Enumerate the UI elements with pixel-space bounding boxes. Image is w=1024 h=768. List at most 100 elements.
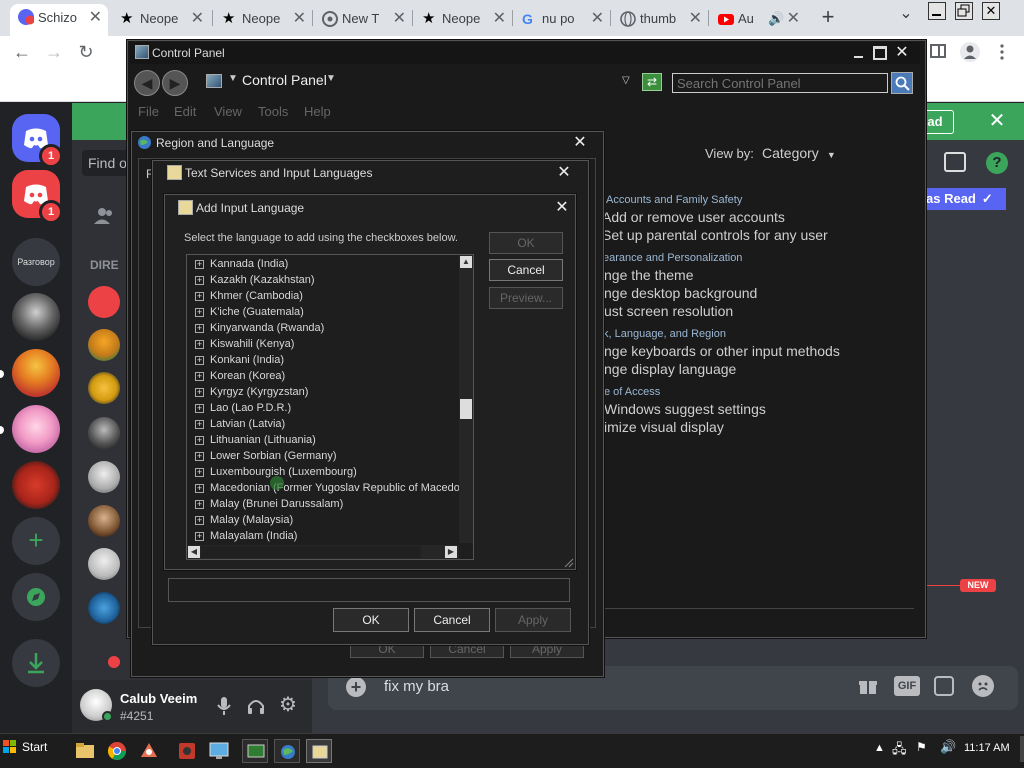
close-banner-icon[interactable]: ✕ [986, 110, 1008, 132]
close-tab-icon[interactable]: ✕ [493, 6, 506, 32]
dm-avatar[interactable] [88, 286, 120, 318]
expand-plus-icon[interactable]: + [195, 420, 204, 429]
category-heading[interactable]: e of Access [604, 386, 660, 398]
attach-plus-icon[interactable]: + [346, 677, 366, 697]
language-tree-item[interactable]: + Khmer (Cambodia) [187, 288, 459, 304]
back-arrow-icon[interactable]: ← [12, 43, 32, 63]
dm-avatar[interactable] [88, 372, 120, 404]
horizontal-scrollbar[interactable]: ◀ ▶ [187, 545, 459, 559]
category-link[interactable]: Add or remove user accounts [602, 209, 785, 225]
new-tab-button[interactable]: + [818, 5, 838, 29]
dm-avatar[interactable] [88, 329, 120, 361]
browser-tab[interactable]: Au 🔊 ✕ [710, 6, 806, 32]
game-icon[interactable] [174, 739, 200, 763]
category-heading[interactable]: Accounts and Family Safety [606, 194, 742, 206]
close-tab-icon[interactable]: ✕ [293, 6, 306, 32]
search-icon[interactable] [891, 72, 913, 94]
language-tree-item[interactable]: + Latvian (Latvia) [187, 416, 459, 432]
expand-plus-icon[interactable]: + [195, 324, 204, 333]
expand-plus-icon[interactable]: + [195, 388, 204, 397]
scroll-left-arrow-icon[interactable]: ◀ [188, 546, 200, 558]
text-services-ok-button[interactable]: OK [333, 608, 409, 632]
network-icon[interactable]: 🖧 [892, 740, 907, 762]
display-icon[interactable] [206, 739, 232, 763]
help-icon[interactable]: ? [986, 152, 1008, 174]
scrollbar-thumb[interactable] [460, 399, 472, 419]
vertical-scrollbar[interactable]: ▲ [459, 255, 473, 543]
expand-plus-icon[interactable]: + [195, 468, 204, 477]
close-tab-icon[interactable]: ✕ [393, 6, 406, 32]
dm-avatar[interactable] [88, 592, 120, 624]
expand-plus-icon[interactable]: + [195, 356, 204, 365]
back-button[interactable]: ◀ [134, 70, 160, 96]
browser-tab[interactable]: ★ Neope ✕ [214, 6, 312, 32]
close-region-dialog-button[interactable]: ✕ [571, 134, 589, 152]
sticker-icon[interactable] [934, 676, 954, 696]
browser-tab[interactable]: G nu po ✕ [514, 6, 610, 32]
expand-plus-icon[interactable]: + [195, 484, 204, 493]
category-link[interactable]: Set up parental controls for any user [602, 227, 828, 243]
menu-help[interactable]: Help [304, 104, 331, 119]
expand-plus-icon[interactable]: + [195, 404, 204, 413]
chrome-icon[interactable] [104, 739, 130, 763]
find-conversation-input[interactable]: Find o [82, 150, 130, 176]
server-avatar[interactable] [12, 461, 60, 509]
dm-avatar[interactable] [88, 417, 120, 449]
category-link[interactable]: imize visual display [604, 419, 724, 435]
forward-button[interactable]: ▶ [162, 70, 188, 96]
folder-icon[interactable] [72, 739, 98, 763]
monitor-app-icon[interactable] [242, 739, 268, 763]
inbox-icon[interactable] [944, 152, 966, 172]
scroll-up-arrow-icon[interactable]: ▲ [460, 256, 472, 268]
close-tab-icon[interactable]: ✕ [591, 6, 604, 32]
close-tab-icon[interactable]: ✕ [191, 6, 204, 32]
browser-tab[interactable]: ★ Neope ✕ [414, 6, 512, 32]
headphones-icon[interactable] [246, 696, 266, 716]
expand-plus-icon[interactable]: + [195, 500, 204, 509]
server-avatar[interactable] [12, 293, 60, 341]
language-tree-item[interactable]: + Luxembourgish (Luxembourg) [187, 464, 459, 480]
language-tree-item[interactable]: + Malayalam (India) [187, 528, 459, 544]
close-tab-icon[interactable]: ✕ [787, 6, 800, 32]
close-text-services-button[interactable]: ✕ [555, 164, 573, 182]
start-button[interactable]: Start [0, 736, 54, 758]
menu-file[interactable]: File [138, 104, 159, 119]
language-tree-item[interactable]: + Lao (Lao P.D.R.) [187, 400, 459, 416]
category-link[interactable]: nge desktop background [604, 285, 757, 301]
search-control-panel-input[interactable] [672, 73, 888, 93]
tab-search-button[interactable]: ⌄ [896, 4, 916, 28]
region-language-taskbar-icon[interactable] [274, 739, 300, 763]
language-tree-item[interactable]: + Kiswahili (Kenya) [187, 336, 459, 352]
expand-plus-icon[interactable]: + [195, 452, 204, 461]
forward-arrow-icon[interactable]: → [44, 43, 64, 63]
language-tree-item[interactable]: + Konkani (India) [187, 352, 459, 368]
clock[interactable]: 11:17 AM [964, 742, 1010, 754]
tray-expand-icon[interactable]: ▲ [874, 742, 885, 754]
add-language-cancel-button[interactable]: Cancel [489, 259, 563, 281]
address-bar[interactable]: ▼ Control Panel ▼ ▽ [200, 70, 640, 94]
expand-plus-icon[interactable]: + [195, 372, 204, 381]
scrollbar-thumb[interactable] [201, 546, 421, 558]
close-tab-icon[interactable]: ✕ [689, 6, 702, 32]
category-link[interactable]: nge display language [604, 361, 736, 377]
dm-avatar[interactable] [88, 505, 120, 537]
add-language-ok-button[interactable]: OK [489, 232, 563, 254]
address-arrow-icon[interactable]: ▼ [326, 73, 336, 84]
restore-browser-button[interactable] [955, 2, 973, 20]
message-text[interactable]: fix my bra [384, 678, 449, 695]
server-razgovor[interactable]: Разговор [12, 238, 60, 286]
language-tree-item[interactable]: + Kannada (India) [187, 256, 459, 272]
browser-tab[interactable]: Schizo ✕ [10, 4, 108, 36]
minimize-window-button[interactable] [852, 46, 866, 60]
language-tree-list[interactable]: + Kannada (India) + Kazakh (Kazakhstan) + Khm… [186, 254, 474, 560]
expand-plus-icon[interactable]: + [195, 276, 204, 285]
show-desktop-button[interactable] [1020, 736, 1024, 762]
menu-tools[interactable]: Tools [258, 104, 288, 119]
language-tree-item[interactable]: + Malay (Brunei Darussalam) [187, 496, 459, 512]
gif-button[interactable]: GIF [894, 676, 920, 696]
scroll-right-arrow-icon[interactable]: ▶ [445, 546, 457, 558]
mark-as-read-button[interactable]: as Read ✓ [914, 188, 1006, 210]
gift-icon[interactable] [858, 676, 878, 696]
expand-plus-icon[interactable]: + [195, 260, 204, 269]
category-link[interactable]: Windows suggest settings [604, 401, 766, 417]
